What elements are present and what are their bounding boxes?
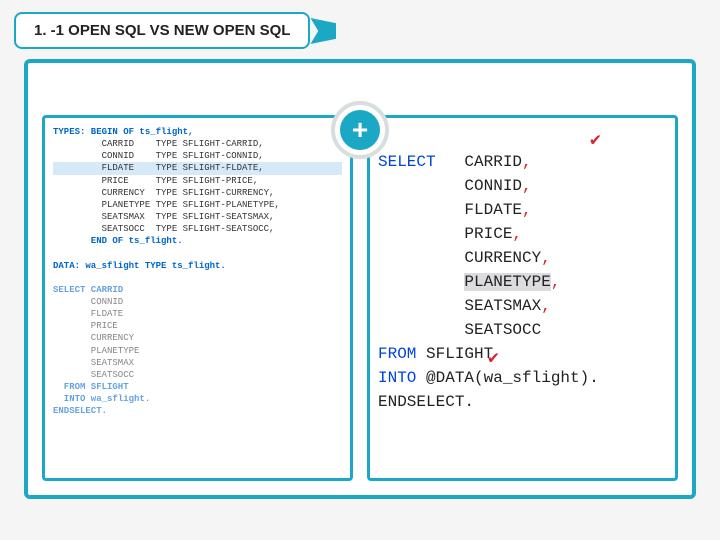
code-line: PRICE xyxy=(53,320,342,332)
code-line: CURRENCY xyxy=(53,332,342,344)
left-panel: OPEN SQL TYPES: BEGIN OF ts_flight, CARR… xyxy=(42,115,353,481)
code-line: PLANETYPE TYPE SFLIGHT-PLANETYPE, xyxy=(53,199,342,211)
code-line: CURRENCY TYPE SFLIGHT-CURRENCY, xyxy=(53,187,342,199)
code-line xyxy=(53,247,342,259)
comparison-container: + OPEN SQL TYPES: BEGIN OF ts_flight, CA… xyxy=(24,59,696,499)
code-line: SEATSMAX TYPE SFLIGHT-SEATSMAX, xyxy=(53,211,342,223)
right-code-block: SELECT CARRID, CONNID, FLDATE, PRICE, CU… xyxy=(378,126,667,481)
code-line: PLANETYPE xyxy=(53,345,342,357)
code-line: CONNID TYPE SFLIGHT-CONNID, xyxy=(53,150,342,162)
plus-icon: + xyxy=(340,110,380,150)
code-line: SEATSOCC TYPE SFLIGHT-SEATSOCC, xyxy=(53,223,342,235)
code-line: CONNID xyxy=(53,296,342,308)
kw-select: SELECT xyxy=(378,153,436,171)
code-line: SELECT CARRID xyxy=(53,284,342,296)
code-line: PRICE TYPE SFLIGHT-PRICE, xyxy=(53,175,342,187)
kw-from: FROM xyxy=(378,345,416,363)
highlighted-field: PLANETYPE xyxy=(464,273,550,291)
code-line: END OF ts_flight. xyxy=(53,235,342,247)
code-line: FROM SFLIGHT xyxy=(53,381,342,393)
code-line: SEATSOCC xyxy=(53,369,342,381)
code-line: FLDATE TYPE SFLIGHT-FLDATE, xyxy=(53,162,342,174)
code-line: ENDSELECT. xyxy=(53,405,342,417)
code-line xyxy=(53,272,342,284)
code-line: FLDATE xyxy=(53,308,342,320)
left-code-block: TYPES: BEGIN OF ts_flight, CARRID TYPE S… xyxy=(53,126,342,417)
code-line: SEATSMAX xyxy=(53,357,342,369)
checkmark-icon: ✔ xyxy=(590,128,601,155)
code-line: DATA: wa_sflight TYPE ts_flight. xyxy=(53,260,342,272)
page-title: 1. -1 OPEN SQL VS NEW OPEN SQL xyxy=(34,22,290,39)
code-line: INTO wa_sflight. xyxy=(53,393,342,405)
code-line: CARRID TYPE SFLIGHT-CARRID, xyxy=(53,138,342,150)
checkmark-icon: ✔ xyxy=(488,346,499,373)
code-line: TYPES: BEGIN OF ts_flight, xyxy=(53,126,342,138)
right-panel: NEW OPEN SQL SELECT CARRID, CONNID, FLDA… xyxy=(367,115,678,481)
title-banner: 1. -1 OPEN SQL VS NEW OPEN SQL xyxy=(14,12,310,49)
plus-badge: + xyxy=(331,101,389,159)
kw-into: INTO xyxy=(378,369,416,387)
